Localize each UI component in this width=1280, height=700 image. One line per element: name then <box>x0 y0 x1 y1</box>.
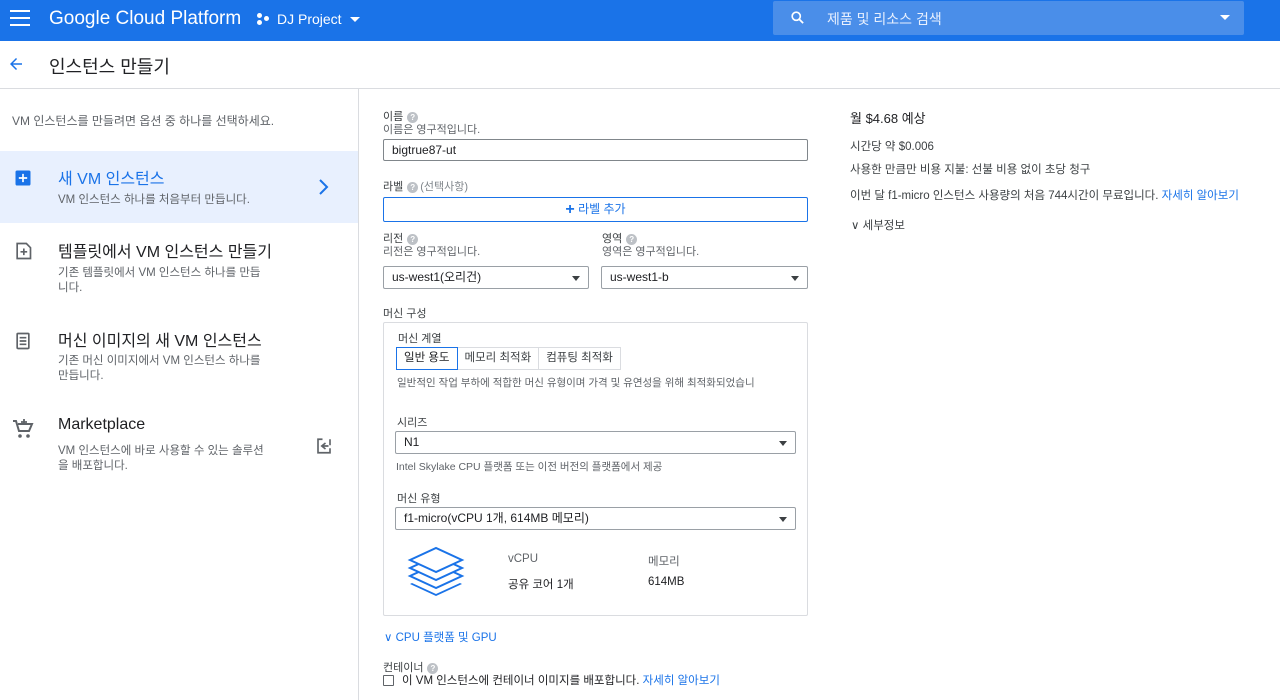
tab-memory-optimized[interactable]: 메모리 최적화 <box>457 347 540 370</box>
labels-label: 라벨? (선택사항) <box>383 181 469 193</box>
option-desc-line2: 을 배포합니다. <box>58 460 128 472</box>
dropdown-arrow-icon <box>779 441 787 446</box>
back-arrow-icon[interactable] <box>7 55 25 73</box>
template-icon <box>16 242 32 260</box>
project-hexagon-icon <box>257 12 271 26</box>
plus-icon: + <box>565 201 575 218</box>
machine-family-label: 머신 계열 <box>398 333 442 345</box>
container-learn-more-link[interactable]: 자세히 알아보기 <box>643 675 720 687</box>
sustained-use-text: 사용한 만큼만 비용 지불: 선불 비용 없이 초당 청구 <box>850 164 1091 176</box>
cart-icon <box>13 419 34 438</box>
expand-icon: ∨ <box>851 220 863 232</box>
region-select[interactable]: us-west1(오리건) <box>383 266 589 289</box>
option-title: 새 VM 인스턴스 <box>58 171 165 188</box>
project-selector[interactable]: DJ Project <box>257 11 360 27</box>
option-title: Marketplace <box>58 416 146 433</box>
memory-value: 614MB <box>648 576 685 588</box>
series-description: Intel Skylake CPU 플랫폼 또는 이전 버전의 플랫폼에서 제공 <box>396 461 663 473</box>
free-tier-learn-more-link[interactable]: 자세히 알아보기 <box>1162 190 1239 202</box>
dropdown-arrow-icon <box>779 517 787 522</box>
vcpu-value: 공유 코어 1개 <box>508 579 574 591</box>
project-name: DJ Project <box>277 11 342 27</box>
option-desc-line2: 만듭니다. <box>58 370 104 382</box>
top-app-bar: Google Cloud Platform DJ Project 제품 및 리소… <box>0 0 1280 41</box>
vcpu-header: vCPU <box>508 553 539 565</box>
option-marketplace[interactable]: Marketplace VM 인스턴스에 바로 사용할 수 있는 솔루션 을 배… <box>0 399 358 485</box>
machine-type-label: 머신 유형 <box>397 493 441 505</box>
add-box-icon <box>15 170 31 186</box>
cpu-platform-gpu-toggle[interactable]: ∨ CPU 플랫폼 및 GPU <box>384 629 497 645</box>
name-hint: 이름은 영구적입니다. <box>383 124 481 136</box>
zone-select[interactable]: us-west1-b <box>601 266 808 289</box>
title-bar: 인스턴스 만들기 <box>0 41 1280 89</box>
option-desc-line1: 기존 템플릿에서 VM 인스턴스 하나를 만듭 <box>58 267 261 279</box>
tab-compute-optimized[interactable]: 컴퓨팅 최적화 <box>539 347 621 370</box>
machine-image-icon <box>16 332 30 350</box>
pricing-details-toggle[interactable]: ∨ 세부정보 <box>851 217 905 233</box>
chevron-down-icon <box>349 16 360 22</box>
family-description: 일반적인 작업 부하에 적합한 머신 유형이며 가격 및 유연성을 위해 최적화… <box>397 377 755 389</box>
option-desc: VM 인스턴스 하나를 처음부터 만듭니다. <box>58 194 250 206</box>
option-desc-line1: 기존 머신 이미지에서 VM 인스턴스 하나를 <box>58 355 261 367</box>
search-input[interactable]: 제품 및 리소스 검색 <box>773 1 1244 35</box>
zone-hint: 영역은 영구적입니다. <box>602 246 700 258</box>
deploy-container-text: 이 VM 인스턴스에 컨테이너 이미지를 배포합니다. 자세히 알아보기 <box>402 675 720 687</box>
add-label-button[interactable]: + 라벨 추가 <box>383 197 808 222</box>
search-icon <box>791 11 804 24</box>
option-new-vm-instance[interactable]: 새 VM 인스턴스 VM 인스턴스 하나를 처음부터 만듭니다. <box>0 151 358 223</box>
option-from-machine-image[interactable]: 머신 이미지의 새 VM 인스턴스 기존 머신 이미지에서 VM 인스턴스 하나… <box>0 309 358 399</box>
option-desc-line1: VM 인스턴스에 바로 사용할 수 있는 솔루션 <box>58 445 264 457</box>
help-icon[interactable]: ? <box>407 181 419 193</box>
machine-stack-icon <box>407 546 465 596</box>
option-title: 템플릿에서 VM 인스턴스 만들기 <box>58 244 272 261</box>
machine-type-select[interactable]: f1-micro(vCPU 1개, 614MB 메모리) <box>395 507 796 530</box>
hourly-estimate: 시간당 약 $0.006 <box>850 141 934 153</box>
dropdown-arrow-icon <box>791 276 799 281</box>
expand-icon: ∨ <box>384 632 396 644</box>
machine-config-card: 머신 계열 일반 용도 메모리 최적화 컴퓨팅 최적화 일반적인 작업 부하에 … <box>383 322 808 616</box>
options-intro: VM 인스턴스를 만들려면 옵션 중 하나를 선택하세요. <box>12 114 275 128</box>
machine-family-tabs: 일반 용도 메모리 최적화 컴퓨팅 최적화 <box>396 347 621 370</box>
search-placeholder: 제품 및 리소스 검색 <box>827 11 942 27</box>
dropdown-arrow-icon <box>572 276 580 281</box>
free-tier-text: 이번 달 f1-micro 인스턴스 사용량의 처음 744시간이 무료입니다.… <box>850 190 1239 202</box>
option-from-template[interactable]: 템플릿에서 VM 인스턴스 만들기 기존 템플릿에서 VM 인스턴스 하나를 만… <box>0 223 358 309</box>
memory-header: 메모리 <box>648 556 680 568</box>
page-title: 인스턴스 만들기 <box>49 57 170 77</box>
creation-options-panel: VM 인스턴스를 만들려면 옵션 중 하나를 선택하세요. 새 VM 인스턴스 … <box>0 89 359 700</box>
tab-general-purpose[interactable]: 일반 용도 <box>396 347 458 370</box>
open-external-icon[interactable] <box>315 437 333 455</box>
option-title: 머신 이미지의 새 VM 인스턴스 <box>58 333 262 350</box>
series-label: 시리즈 <box>397 417 428 429</box>
machine-config-label: 머신 구성 <box>383 308 427 320</box>
hamburger-menu-icon[interactable] <box>10 10 30 26</box>
instance-name-input[interactable]: bigtrue87-ut <box>383 139 808 161</box>
option-desc-line2: 니다. <box>58 282 83 294</box>
series-select[interactable]: N1 <box>395 431 796 454</box>
monthly-estimate: 월 $4.68 예상 <box>850 111 926 126</box>
app-brand[interactable]: Google Cloud Platform <box>49 8 241 30</box>
search-dropdown-icon[interactable] <box>1220 15 1230 20</box>
region-hint: 리전은 영구적입니다. <box>383 246 481 258</box>
deploy-container-checkbox[interactable] <box>383 675 394 686</box>
chevron-right-icon <box>319 179 329 195</box>
